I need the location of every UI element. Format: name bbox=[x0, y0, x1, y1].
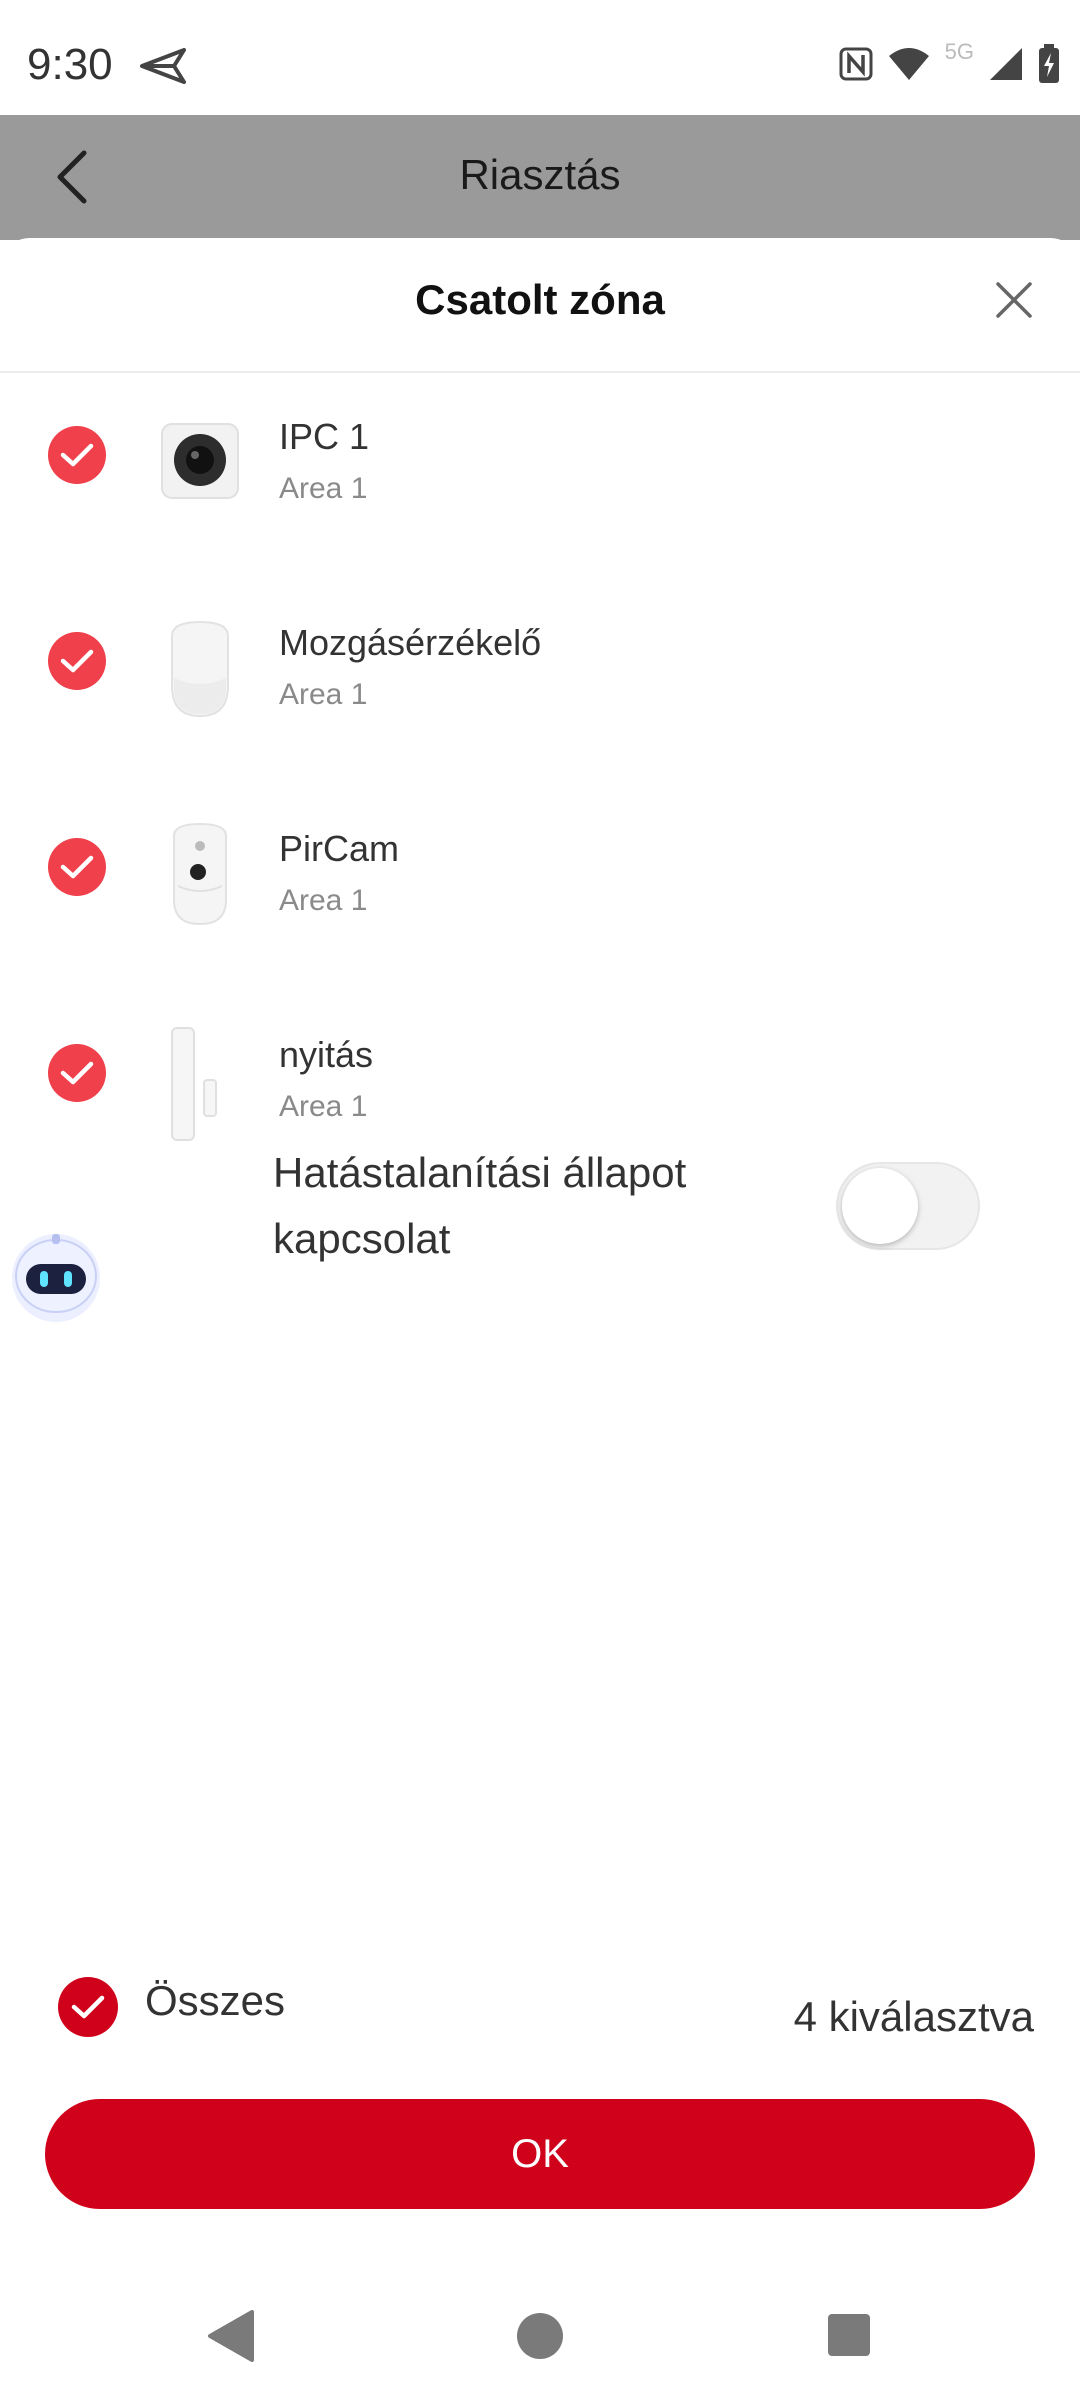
selected-count: 4 kiválasztva bbox=[793, 1993, 1034, 2040]
ok-button[interactable]: OK bbox=[45, 2099, 1035, 2209]
device-row-pircam[interactable]: PirCam Area 1 bbox=[0, 792, 1080, 942]
sheet-title: Csatolt zóna bbox=[415, 276, 665, 323]
status-time: 9:30 bbox=[27, 40, 113, 89]
assistant-robot-icon[interactable] bbox=[8, 1228, 104, 1324]
app-bar: Riasztás bbox=[0, 115, 1080, 240]
device-name: Mozgásérzékelő bbox=[279, 622, 542, 663]
wifi-icon bbox=[887, 46, 931, 82]
selected-check-icon[interactable] bbox=[48, 838, 106, 896]
app-bar-title: Riasztás bbox=[459, 151, 621, 198]
selected-check-icon[interactable] bbox=[48, 1044, 106, 1102]
device-row-door-contact[interactable]: nyitás Area 1 bbox=[0, 998, 1080, 1148]
network-type-label: 5G bbox=[944, 39, 974, 64]
disarm-state-link-label: Hatástalanítási állapot kapcsolat bbox=[273, 1149, 687, 1262]
nav-recents-icon[interactable] bbox=[826, 2310, 872, 2367]
camera-device-icon bbox=[150, 410, 250, 520]
device-area: Area 1 bbox=[279, 678, 368, 711]
send-icon bbox=[140, 48, 186, 89]
device-area: Area 1 bbox=[279, 1090, 368, 1123]
device-row-ipc1[interactable]: IPC 1 Area 1 bbox=[0, 380, 1080, 530]
device-row-motion-sensor[interactable]: Mozgásérzékelő Area 1 bbox=[0, 586, 1080, 736]
selected-check-icon[interactable] bbox=[48, 426, 106, 484]
motion-sensor-icon bbox=[150, 616, 250, 726]
select-all-label: Összes bbox=[145, 1977, 286, 2024]
signal-icon bbox=[988, 46, 1024, 82]
door-contact-icon bbox=[150, 1026, 250, 1141]
system-nav-bar bbox=[0, 2270, 1080, 2400]
status-bar: 9:30 5G bbox=[0, 0, 1080, 115]
linked-zone-sheet: Csatolt zóna bbox=[0, 238, 1080, 2400]
battery-icon bbox=[1038, 44, 1060, 84]
device-area: Area 1 bbox=[279, 884, 368, 917]
device-name: nyitás bbox=[279, 1034, 374, 1075]
select-all-check-icon[interactable] bbox=[58, 1977, 118, 2037]
disarm-state-toggle[interactable] bbox=[836, 1162, 980, 1250]
device-name: PirCam bbox=[279, 828, 400, 869]
sheet-header: Csatolt zóna bbox=[0, 238, 1080, 373]
nav-home-icon[interactable] bbox=[516, 2310, 564, 2367]
pircam-device-icon bbox=[150, 820, 250, 930]
nfc-icon bbox=[839, 47, 873, 81]
status-icons: 5G bbox=[839, 39, 1060, 84]
toggle-knob bbox=[842, 1168, 918, 1244]
device-area: Area 1 bbox=[279, 472, 368, 505]
select-all-checkbox[interactable] bbox=[58, 1977, 118, 2037]
selected-check-icon[interactable] bbox=[48, 632, 106, 690]
device-name: IPC 1 bbox=[279, 416, 370, 457]
nav-back-icon[interactable] bbox=[206, 2310, 254, 2367]
close-icon[interactable] bbox=[990, 276, 1038, 329]
